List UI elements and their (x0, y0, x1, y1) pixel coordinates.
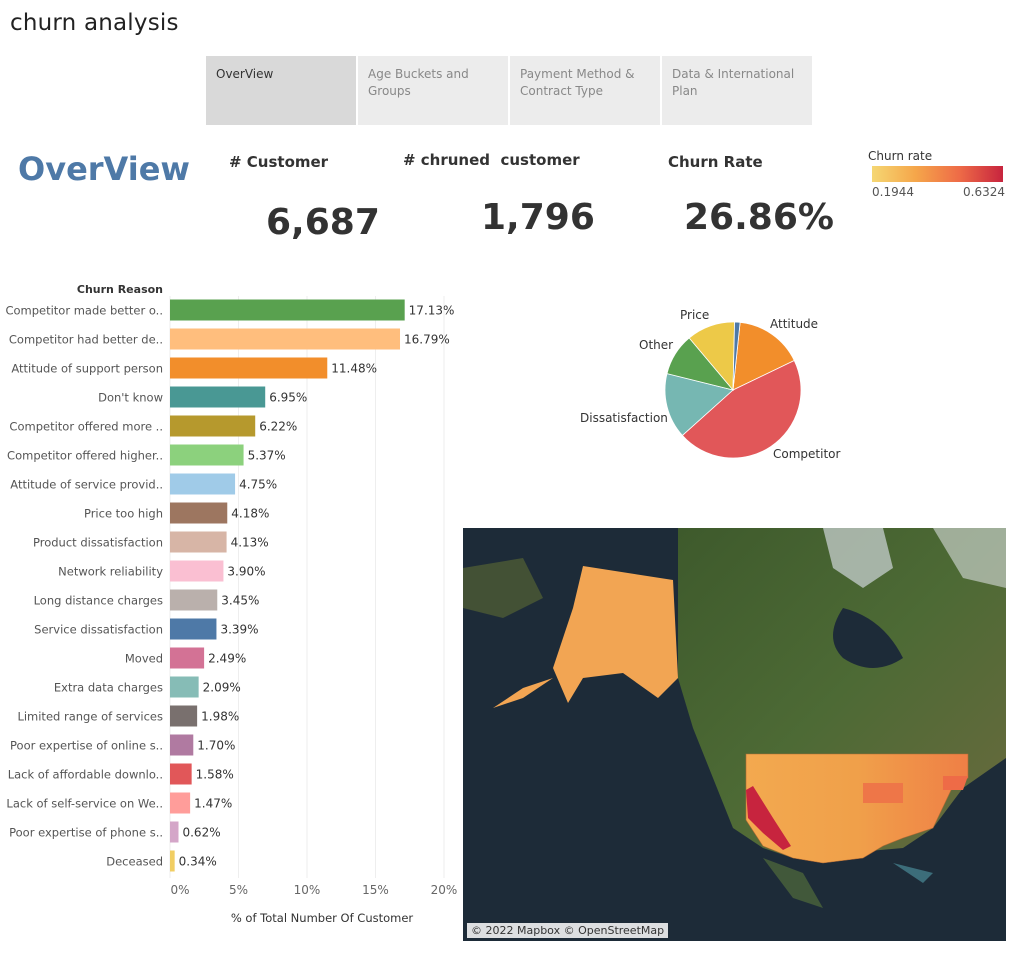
legend-title: Churn rate (868, 149, 933, 163)
bar[interactable] (170, 618, 217, 640)
category-label: Deceased (106, 855, 163, 869)
bar[interactable] (170, 386, 266, 408)
bar[interactable] (170, 734, 194, 756)
pie-slice-label: Dissatisfaction (580, 411, 668, 425)
legend-min: 0.1944 (872, 185, 914, 199)
bar[interactable] (170, 473, 236, 495)
bar-value-label: 4.18% (231, 507, 269, 521)
bar[interactable] (170, 328, 401, 350)
map-canvas (463, 528, 1006, 941)
bar[interactable] (170, 850, 175, 872)
bar[interactable] (170, 647, 205, 669)
bar[interactable] (170, 357, 328, 379)
bar[interactable] (170, 560, 224, 582)
bar[interactable] (170, 531, 227, 553)
pie-slice-label: Competitor (773, 447, 840, 461)
kpi-customer-label: # Customer (229, 153, 329, 171)
bar-value-label: 0.34% (179, 855, 217, 869)
pie-slice-label: Attitude (770, 317, 818, 331)
bar-value-label: 1.58% (196, 768, 234, 782)
category-label: Moved (125, 652, 163, 666)
bar[interactable] (170, 589, 218, 611)
bar-chart-header: Churn Reason (77, 283, 163, 296)
bar-value-label: 2.09% (203, 681, 241, 695)
category-label: Attitude of service provid.. (10, 478, 163, 492)
app-title: churn analysis (10, 10, 179, 36)
bar-value-label: 1.98% (201, 710, 239, 724)
category-label: Poor expertise of phone s.. (9, 826, 163, 840)
x-tick-label: 15% (362, 883, 389, 897)
pie-slice-label: Other (639, 338, 673, 352)
bar-value-label: 6.22% (259, 420, 297, 434)
bar[interactable] (170, 821, 179, 843)
category-label: Attitude of support person (11, 362, 163, 376)
bar-value-label: 1.47% (194, 797, 232, 811)
category-label: Competitor had better de.. (9, 333, 163, 347)
kpi-customer-value: 6,687 (266, 202, 380, 243)
category-label: Competitor offered higher.. (7, 449, 163, 463)
bar[interactable] (170, 415, 256, 437)
category-label: Poor expertise of online s.. (10, 739, 163, 753)
tab-payment-method[interactable]: Payment Method & Contract Type (510, 56, 660, 125)
bar[interactable] (170, 763, 192, 785)
bar-value-label: 11.48% (331, 362, 377, 376)
category-label: Service dissatisfaction (34, 623, 163, 637)
kpi-churned-value: 1,796 (481, 197, 595, 238)
bar-value-label: 3.90% (227, 565, 265, 579)
bar[interactable] (170, 299, 405, 321)
map-credit: © 2022 Mapbox © OpenStreetMap (467, 923, 669, 938)
tab-overview[interactable]: OverView (206, 56, 356, 125)
category-label: Limited range of services (17, 710, 163, 724)
bar[interactable] (170, 676, 199, 698)
tab-data-international[interactable]: Data & International Plan (662, 56, 812, 125)
x-tick-label: 5% (229, 883, 248, 897)
bar[interactable] (170, 705, 198, 727)
bar-value-label: 0.62% (182, 826, 220, 840)
bar[interactable] (170, 502, 228, 524)
bar-value-label: 3.45% (221, 594, 259, 608)
kpi-churn-rate-label: Churn Rate (668, 153, 763, 171)
category-label: Lack of affordable downlo.. (8, 768, 163, 782)
legend-max: 0.6324 (963, 185, 1005, 199)
churn-rate-map[interactable]: © 2022 Mapbox © OpenStreetMap (463, 528, 1006, 941)
pie-slice-label: Price (680, 308, 709, 322)
churn-category-pie-chart[interactable]: Attitude Competitor Dissatisfaction Other Pr… (570, 300, 860, 475)
category-label: Extra data charges (54, 681, 163, 695)
tab-age-buckets[interactable]: Age Buckets and Groups (358, 56, 508, 125)
category-label: Competitor made better o.. (5, 304, 163, 318)
bar-value-label: 4.75% (239, 478, 277, 492)
bar[interactable] (170, 792, 191, 814)
category-label: Competitor offered more .. (9, 420, 163, 434)
bar-value-label: 4.13% (231, 536, 269, 550)
bar[interactable] (170, 444, 244, 466)
bar-value-label: 5.37% (248, 449, 286, 463)
bar-value-label: 17.13% (409, 304, 455, 318)
section-title: OverView (18, 150, 190, 188)
category-label: Lack of self-service on We.. (6, 797, 163, 811)
x-axis-label: % of Total Number Of Customer (231, 911, 414, 925)
x-tick-label: 20% (431, 883, 458, 897)
category-label: Long distance charges (34, 594, 163, 608)
x-tick-label: 0% (170, 883, 189, 897)
category-label: Don't know (98, 391, 163, 405)
color-legend-bar (872, 166, 1003, 182)
bar-value-label: 6.95% (269, 391, 307, 405)
bar-value-label: 16.79% (404, 333, 450, 347)
bar-value-label: 3.39% (220, 623, 258, 637)
category-label: Product dissatisfaction (33, 536, 163, 550)
category-label: Network reliability (58, 565, 163, 579)
kpi-churn-rate-value: 26.86% (684, 197, 834, 238)
bar-value-label: 1.70% (197, 739, 235, 753)
bar-value-label: 2.49% (208, 652, 246, 666)
churn-reason-bar-chart[interactable]: Churn Reason Competitor made better o.. 17… (0, 278, 470, 928)
x-tick-label: 10% (294, 883, 321, 897)
kpi-churned-label: # chruned customer (403, 151, 580, 169)
category-label: Price too high (84, 507, 163, 521)
